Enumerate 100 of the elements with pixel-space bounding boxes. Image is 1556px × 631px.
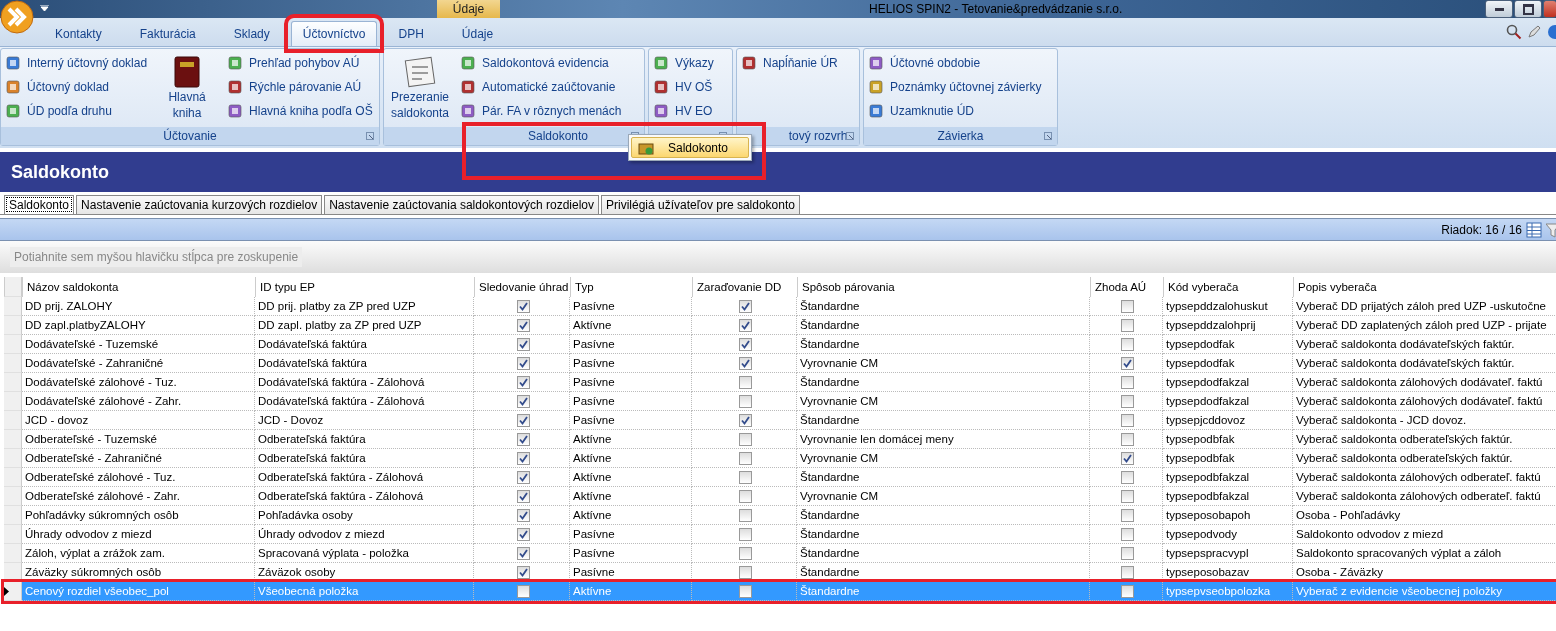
checkbox[interactable] (1121, 394, 1134, 408)
dialog-launcher-icon[interactable] (846, 132, 854, 140)
checkbox[interactable] (516, 489, 530, 503)
table-row[interactable]: Dodávateľské - Tuzemské Dodávateľská faktúra Pasívne Štandardne typsepdodfak Vyberač saldokonta dodávateľských faktúr. (4, 335, 1556, 354)
checkbox[interactable] (1121, 527, 1134, 541)
ribbon-button[interactable]: HV EO (653, 101, 714, 121)
table-row[interactable]: DD prij. ZALOHY DD prij. platby za ZP pred UZP Pasívne Štandardne typsepddzalohuskut Vyberač DD prijatých záloh pred UZP -uskutočne (4, 297, 1556, 316)
checkbox[interactable] (739, 489, 752, 503)
checkbox[interactable] (1121, 470, 1134, 484)
checkbox[interactable] (516, 451, 530, 465)
dialog-launcher-icon[interactable] (366, 132, 374, 140)
table-row[interactable]: Pohľadávky súkromných osôb Pohľadávka osoby Aktívne Štandardne typseposobapoh Osoba - Pohľadávky (4, 506, 1556, 525)
ribbon-button[interactable]: Pár. FA v rôznych menách (460, 101, 622, 121)
checkbox[interactable] (1121, 451, 1134, 465)
checkbox[interactable] (1121, 508, 1134, 522)
checkbox[interactable] (516, 432, 530, 446)
checkbox[interactable] (516, 565, 530, 579)
checkbox[interactable] (1121, 584, 1134, 598)
checkbox[interactable] (516, 299, 530, 313)
checkbox[interactable] (1121, 375, 1134, 389)
pencil-icon[interactable] (1526, 24, 1542, 40)
tab[interactable]: Saldokonto (4, 195, 75, 214)
ribbon-large-button[interactable]: Hlavná kniha (155, 53, 220, 127)
ribbon-button[interactable]: Poznámky účtovnej závierky (868, 77, 1042, 97)
checkbox[interactable] (739, 337, 752, 351)
ribbon-button[interactable]: Hlavná kniha podľa OŠ (227, 101, 373, 121)
checkbox[interactable] (739, 375, 752, 389)
dropdown-arrow-icon[interactable] (40, 5, 49, 11)
checkbox[interactable] (516, 470, 530, 484)
ribbon-button[interactable]: Prehľad pohybov AÚ (227, 53, 373, 73)
table-row[interactable]: Odberateľské zálohové - Zahr. Odberateľská faktúra - Zálohová Aktívne Vyrovnanie CM typsepodbfakzal Vyberač saldokonta zálohových odberateľ. faktú (4, 487, 1556, 506)
checkbox[interactable] (739, 394, 752, 408)
row-header[interactable] (4, 582, 22, 601)
table-row[interactable]: DD zapl.platbyZALOHY DD zapl. platby za ZP pred UZP Aktívne Štandardne typsepddzalohprij Vyberač DD zaplatených záloh pred UZP - prijate (4, 316, 1556, 335)
checkbox[interactable] (1121, 337, 1134, 351)
checkbox[interactable] (516, 394, 530, 408)
tab[interactable]: Privilégiá užívateľov pre saldokonto (601, 195, 800, 214)
ribbon-tab[interactable]: Sklady (216, 22, 287, 46)
column-header[interactable]: Sledovanie úhrad (474, 277, 570, 297)
search-icon[interactable] (1506, 24, 1522, 40)
ribbon-tab[interactable]: DPH (381, 22, 441, 46)
ribbon-button[interactable]: Napĺňanie ÚR (741, 53, 838, 73)
grid-icon[interactable] (1526, 221, 1542, 238)
checkbox[interactable] (1121, 432, 1134, 446)
tab[interactable]: Nastavenie zaúctovania saldokontových rozdielov (324, 195, 599, 214)
checkbox[interactable] (739, 356, 752, 370)
ribbon-button[interactable]: Saldokontová evidencia (460, 53, 622, 73)
ribbon-button[interactable]: ÚD podľa druhu (5, 101, 148, 121)
checkbox[interactable] (1121, 489, 1134, 503)
ribbon-button[interactable]: Automatické zaúčtovanie (460, 77, 622, 97)
checkbox[interactable] (1121, 299, 1134, 313)
checkbox[interactable] (739, 546, 752, 560)
ribbon-button[interactable]: HV OŠ (653, 77, 714, 97)
checkbox[interactable] (516, 527, 530, 541)
ribbon-button[interactable]: Uzamknutie ÚD (868, 101, 1042, 121)
table-row[interactable]: Dodávateľské - Zahraničné Dodávateľská faktúra Pasívne Vyrovnanie CM typsepdodfak Vyberač saldokonta dodávateľských faktúr. (4, 354, 1556, 373)
checkbox[interactable] (739, 470, 752, 484)
checkbox[interactable] (516, 375, 530, 389)
help-icon[interactable] (1546, 24, 1556, 40)
checkbox[interactable] (739, 413, 752, 427)
restore-button[interactable] (1514, 0, 1542, 18)
ribbon-large-button[interactable]: Prezeranie saldokonta (388, 53, 452, 127)
checkbox[interactable] (739, 527, 752, 541)
checkbox[interactable] (1121, 546, 1134, 560)
checkbox[interactable] (516, 508, 530, 522)
checkbox[interactable] (516, 584, 530, 598)
close-button[interactable] (1543, 0, 1556, 18)
table-row[interactable]: Odberateľské - Tuzemské Odberateľská faktúra Aktívne Vyrovnanie len domácej meny typsepodbfak Vyberač saldokonta odberateľských faktúr. (4, 430, 1556, 449)
checkbox[interactable] (516, 337, 530, 351)
table-row[interactable]: Odberateľské zálohové - Tuz. Odberateľská faktúra - Zálohová Aktívne Štandardne typsepodbfakzal Vyberač saldokonta zálohových odberateľ. faktú (4, 468, 1556, 487)
ribbon-button[interactable]: Rýchle párovanie AÚ (227, 77, 373, 97)
menu-item[interactable]: Saldokonto (631, 137, 749, 158)
checkbox[interactable] (1121, 318, 1134, 332)
checkbox[interactable] (1121, 356, 1134, 370)
checkbox[interactable] (516, 413, 530, 427)
table-row[interactable]: Dodávateľské zálohové - Zahr. Dodávateľská faktúra - Zálohová Pasívne Vyrovnanie CM typsepdodfakzal Vyberač saldokonta zálohových dodávateľ. faktú (4, 392, 1556, 411)
tab[interactable]: Nastavenie zaúctovania kurzových rozdielov (76, 195, 323, 214)
table-row[interactable]: Záloh, výplat a zrážok zam. Spracovaná výplata - položka Pasívne Štandardne typsepspracvypl Saldokonto spracovaných výplat a záloh (4, 544, 1556, 563)
filter-icon[interactable] (1546, 221, 1556, 238)
ribbon-button[interactable]: Interný účtovný doklad (5, 53, 148, 73)
checkbox[interactable] (1121, 413, 1134, 427)
checkbox[interactable] (739, 565, 752, 579)
checkbox[interactable] (739, 299, 752, 313)
checkbox[interactable] (739, 432, 752, 446)
checkbox[interactable] (739, 508, 752, 522)
ribbon-button[interactable]: Účtovný doklad (5, 77, 148, 97)
minimize-button[interactable] (1485, 0, 1513, 18)
checkbox[interactable] (739, 584, 752, 598)
checkbox[interactable] (739, 451, 752, 465)
checkbox[interactable] (516, 356, 530, 370)
ribbon-button[interactable]: Výkazy (653, 53, 714, 73)
ribbon-tab[interactable]: Kontakty (38, 22, 119, 46)
table-row[interactable]: Úhrady odvodov z miezd Úhrady odvodov z miezd Pasívne Štandardne typsepodvody Saldokonto odvodov z miezd (4, 525, 1556, 544)
table-row[interactable]: JCD - dovoz JCD - Dovoz Pasívne Štandardne typsepjcddovoz Vyberač saldokonta - JCD dovoz. (4, 411, 1556, 430)
checkbox[interactable] (1121, 565, 1134, 579)
ribbon-tab[interactable]: Údaje (444, 22, 511, 46)
ribbon-tab[interactable]: Fakturácia (122, 22, 213, 46)
ribbon-button[interactable]: Účtovné obdobie (868, 53, 1042, 73)
checkbox[interactable] (516, 546, 530, 560)
table-row[interactable]: Dodávateľské zálohové - Tuz. Dodávateľská faktúra - Zálohová Pasívne Štandardne typsepdodfakzal Vyberač saldokonta zálohových dodávateľ. faktú (4, 373, 1556, 392)
